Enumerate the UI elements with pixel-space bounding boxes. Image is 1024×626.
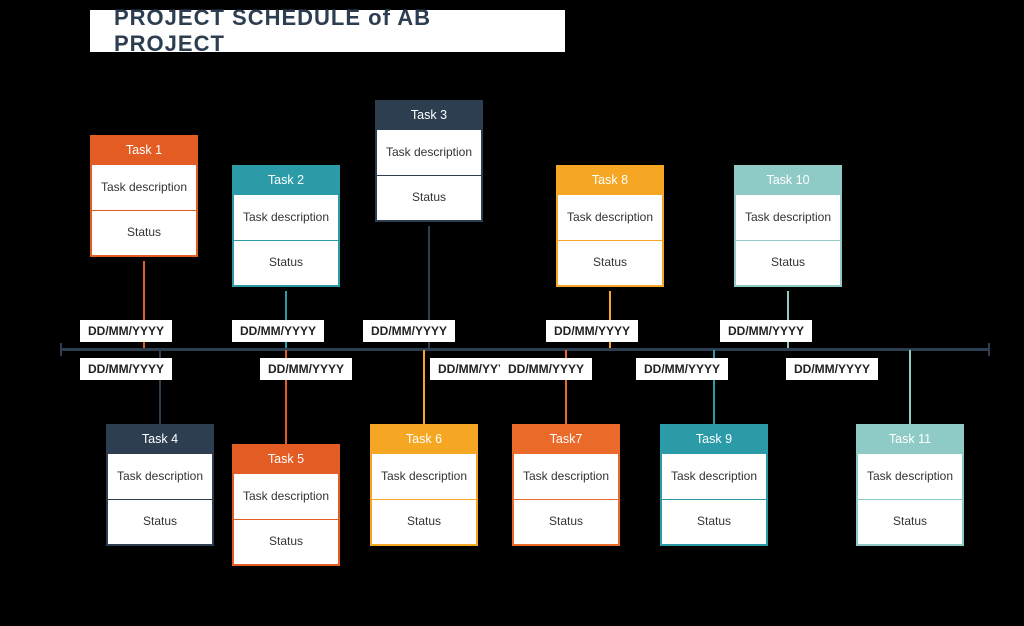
task-description: Task description [556,195,664,241]
task-status: Status [556,241,664,287]
task-status: Status [106,500,214,546]
task-card-4: Task 4Task descriptionStatus [106,424,214,546]
date-label-9: DD/MM/YYYY [636,358,728,380]
task-header: Task 9 [660,424,768,454]
timeline-tick-left [60,343,62,356]
task-card-3: Task 3Task descriptionStatus [375,100,483,222]
task-description: Task description [375,130,483,176]
date-label-10: DD/MM/YYYY [720,320,812,342]
task-header: Task 6 [370,424,478,454]
date-label-1: DD/MM/YYYY [80,320,172,342]
task-card-10: Task 10Task descriptionStatus [734,165,842,287]
date-label-7: DD/MM/YYYY [500,358,592,380]
date-label-5: DD/MM/YYYY [260,358,352,380]
task-description: Task description [232,195,340,241]
task-status: Status [375,176,483,222]
task-description: Task description [90,165,198,211]
task-card-2: Task 2Task descriptionStatus [232,165,340,287]
task-description: Task description [734,195,842,241]
task-card-11: Task 11Task descriptionStatus [856,424,964,546]
task-description: Task description [660,454,768,500]
task-card-5: Task 5Task descriptionStatus [232,444,340,566]
task-header: Task 10 [734,165,842,195]
timeline-axis [60,348,990,351]
task-status: Status [734,241,842,287]
task-description: Task description [106,454,214,500]
task-header: Task 4 [106,424,214,454]
task-status: Status [232,241,340,287]
task-status: Status [232,520,340,566]
date-label-8: DD/MM/YYYY [546,320,638,342]
timeline-tick-right [988,343,990,356]
diagram-canvas: { "title": "PROJECT SCHEDULE of AB PROJE… [0,0,1024,626]
connector-6 [423,350,425,424]
task-status: Status [90,211,198,257]
task-card-8: Task 8Task descriptionStatus [556,165,664,287]
task-header: Task7 [512,424,620,454]
task-description: Task description [512,454,620,500]
task-card-6: Task 6Task descriptionStatus [370,424,478,546]
task-description: Task description [232,474,340,520]
date-label-3: DD/MM/YYYY [363,320,455,342]
page-title: PROJECT SCHEDULE of AB PROJECT [114,5,541,57]
task-header: Task 2 [232,165,340,195]
date-label-4: DD/MM/YYYY [80,358,172,380]
task-header: Task 1 [90,135,198,165]
title-box: PROJECT SCHEDULE of AB PROJECT [90,10,565,52]
task-description: Task description [856,454,964,500]
date-label-11: DD/MM/YYYY [786,358,878,380]
task-header: Task 3 [375,100,483,130]
task-header: Task 8 [556,165,664,195]
task-status: Status [512,500,620,546]
date-label-2: DD/MM/YYYY [232,320,324,342]
task-description: Task description [370,454,478,500]
task-card-1: Task 1Task descriptionStatus [90,135,198,257]
task-card-9: Task 9Task descriptionStatus [660,424,768,546]
connector-11 [909,350,911,424]
task-status: Status [660,500,768,546]
task-card-7: Task7Task descriptionStatus [512,424,620,546]
task-status: Status [856,500,964,546]
task-header: Task 11 [856,424,964,454]
task-header: Task 5 [232,444,340,474]
task-status: Status [370,500,478,546]
